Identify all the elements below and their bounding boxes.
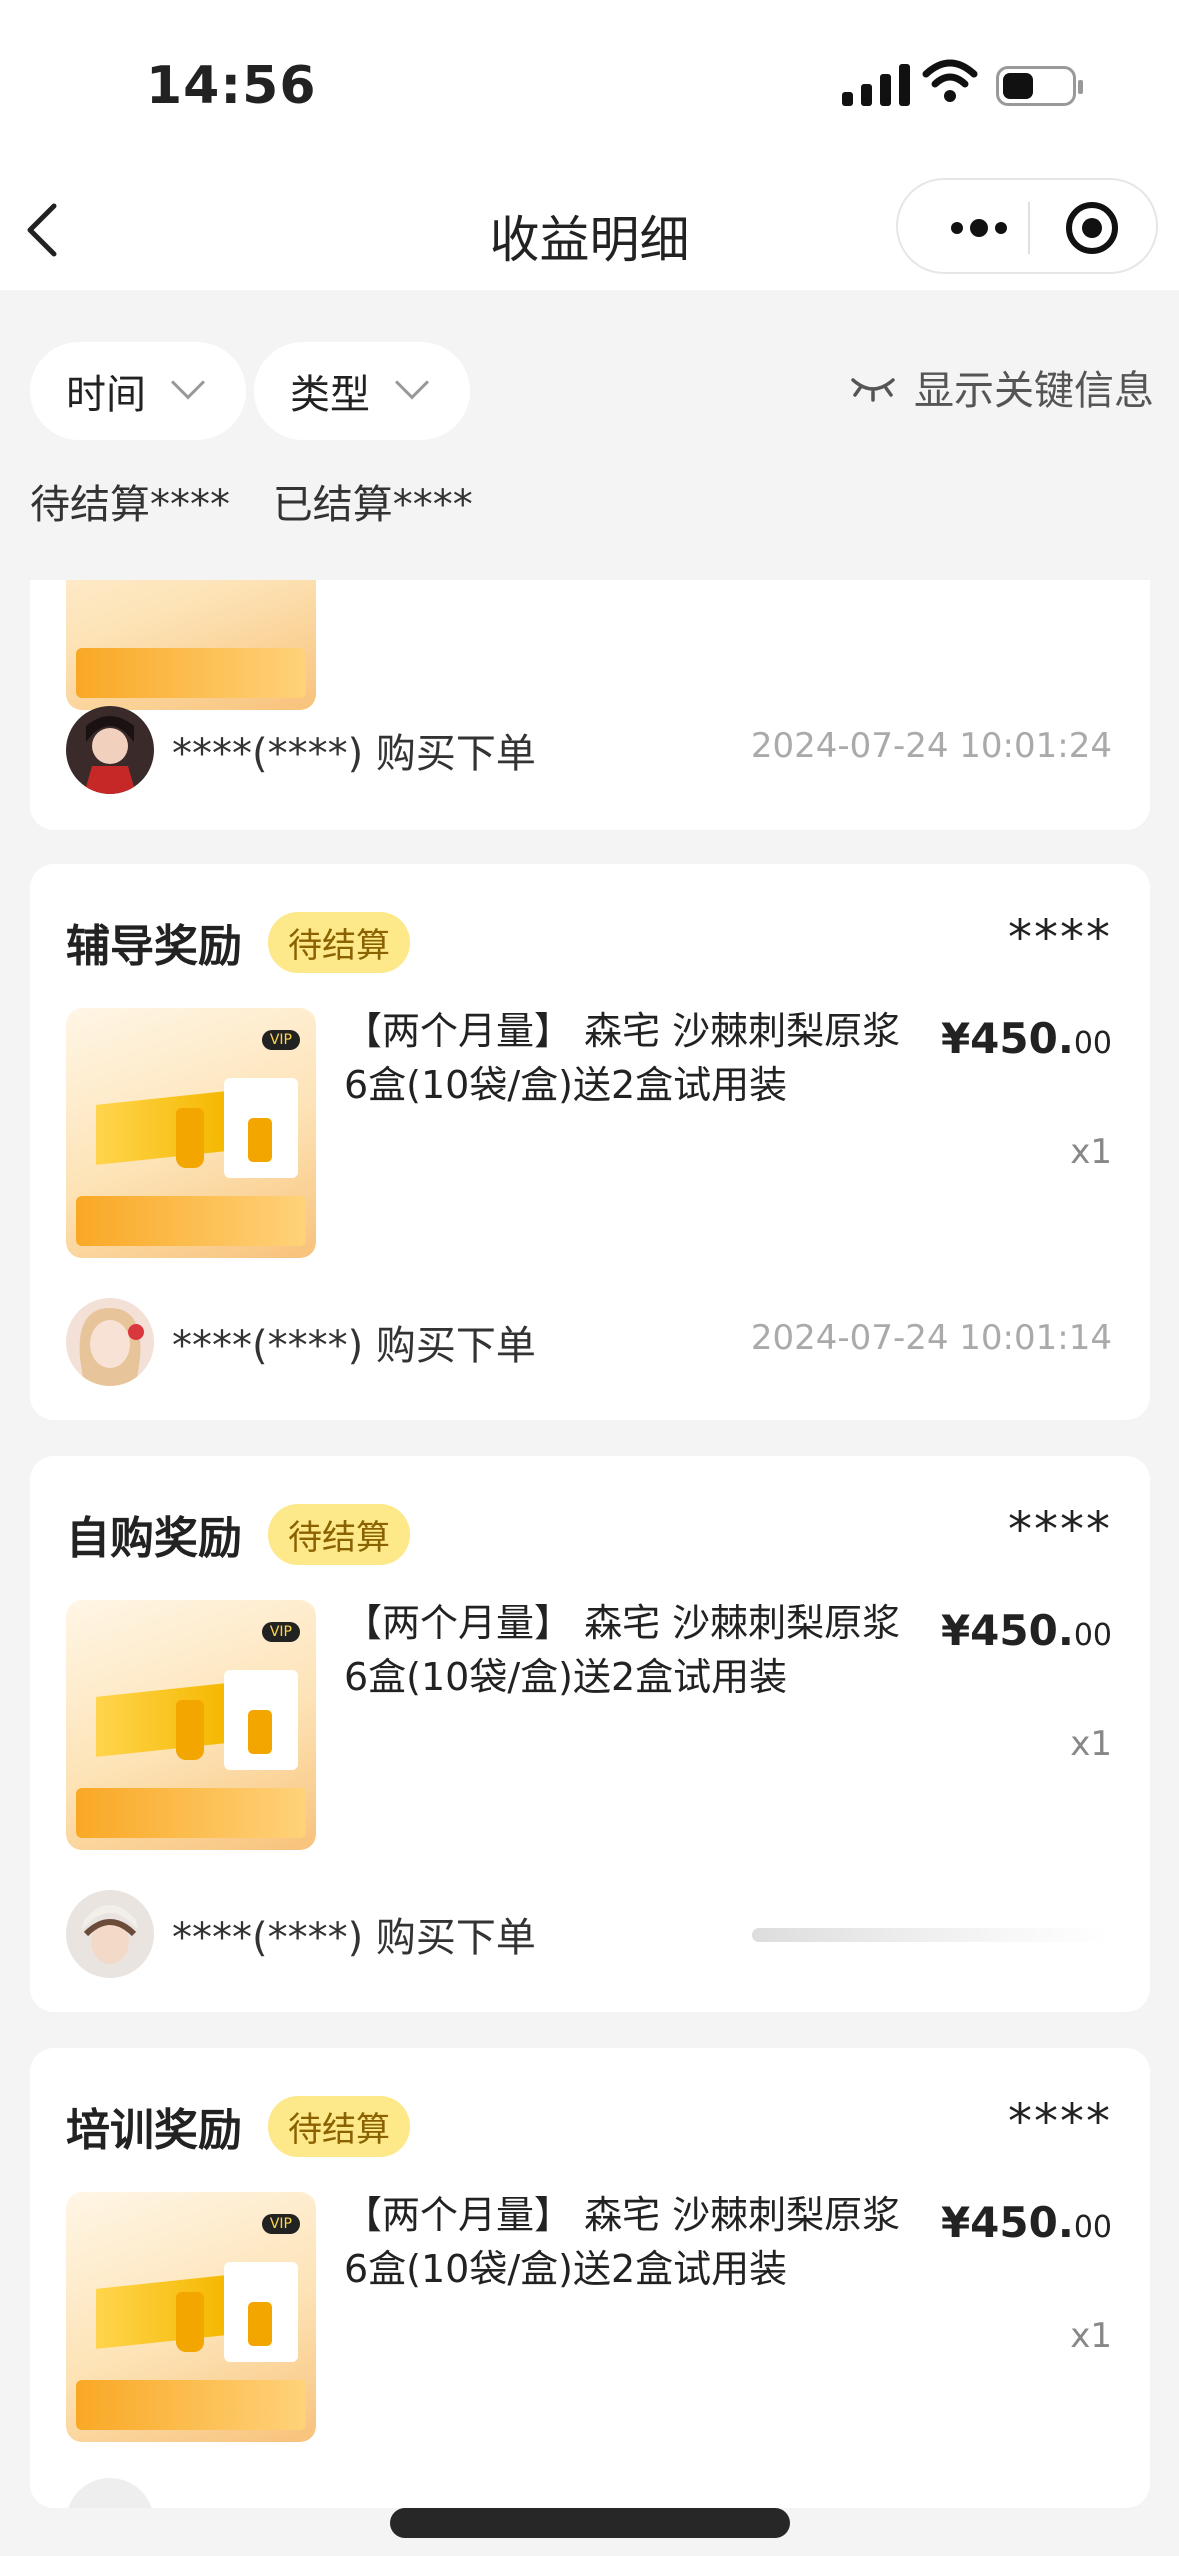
- show-key-info-label: 显示关键信息: [914, 368, 1154, 414]
- buyer-row: ****(****) 购买下单: [66, 706, 536, 794]
- reward-type: 辅导奖励: [66, 921, 242, 972]
- price-cents: 00: [1073, 1618, 1112, 1653]
- vip-tag: VIP: [261, 1622, 300, 1642]
- status-badge: 待结算: [268, 1503, 410, 1565]
- avatar: [66, 1298, 154, 1386]
- status-badge: 待结算: [268, 2095, 410, 2157]
- product-price: ¥450.00: [941, 1606, 1112, 1655]
- battery-icon: [996, 66, 1083, 106]
- reward-amount: ****: [1008, 1502, 1112, 1558]
- avatar: [66, 706, 154, 794]
- vip-tag: VIP: [261, 1030, 300, 1050]
- earning-card[interactable]: 辅导奖励 待结算 **** VIP 【两个月量】 森宅 沙棘刺梨原浆6盒(10袋…: [30, 864, 1150, 1420]
- chevron-down-icon: [171, 365, 205, 400]
- buyer-row: ****(****) 购买下单: [66, 1890, 536, 1978]
- product-price: ¥450.00: [941, 1014, 1112, 1063]
- close-miniprogram-icon[interactable]: [1066, 202, 1118, 254]
- type-filter-label: 类型: [290, 372, 370, 418]
- nav-bar: 收益明细: [0, 170, 1179, 290]
- price-cents: 00: [1073, 2210, 1112, 2245]
- price-main: ¥450.: [940, 2198, 1074, 2247]
- reward-amount: ****: [1008, 2094, 1112, 2150]
- time-filter[interactable]: 时间: [30, 342, 246, 440]
- product-name: 【两个月量】 森宅 沙棘刺梨原浆6盒(10袋/盒)送2盒试用装: [344, 2193, 901, 2291]
- reward-type: 培训奖励: [66, 2105, 242, 2156]
- reward-amount: ****: [1008, 910, 1112, 966]
- more-icon[interactable]: [934, 210, 1024, 246]
- capsule-divider: [1028, 202, 1030, 254]
- buyer-row: ****(****) 购买下单: [66, 1298, 536, 1386]
- time-filter-label: 时间: [66, 372, 146, 418]
- product-image: VIP: [66, 1600, 316, 1850]
- blurred-timestamp: [752, 1928, 1112, 1942]
- buyer-text: ****(****) 购买下单: [172, 731, 536, 777]
- price-main: ¥450.: [940, 1606, 1074, 1655]
- card-header: 自购奖励 待结算: [66, 1502, 410, 1566]
- buyer-text: ****(****) 购买下单: [172, 1323, 536, 1369]
- earning-card[interactable]: 培训奖励 待结算 **** VIP 【两个月量】 森宅 沙棘刺梨原浆6盒(10袋…: [30, 2048, 1150, 2508]
- order-timestamp: 2024-07-24 10:01:14: [750, 1318, 1112, 1358]
- status-badge: 待结算: [268, 911, 410, 973]
- vip-tag: VIP: [261, 2214, 300, 2234]
- buyer-text: ****(****) 购买下单: [172, 1915, 536, 1961]
- avatar: [66, 1890, 154, 1978]
- pending-total: 待结算****: [30, 482, 230, 528]
- price-cents: 00: [1073, 1026, 1112, 1061]
- product-image: VIP: [66, 2192, 316, 2442]
- earning-card[interactable]: 自购奖励 待结算 **** VIP 【两个月量】 森宅 沙棘刺梨原浆6盒(10袋…: [30, 1456, 1150, 2012]
- reward-type: 自购奖励: [66, 1513, 242, 1564]
- quantity: x1: [1070, 2316, 1112, 2356]
- settled-total: 已结算****: [272, 482, 473, 528]
- quantity: x1: [1070, 1724, 1112, 1764]
- show-key-info-toggle[interactable]: 显示关键信息: [850, 358, 1154, 416]
- chevron-down-icon: [395, 365, 429, 400]
- product-name: 【两个月量】 森宅 沙棘刺梨原浆6盒(10袋/盒)送2盒试用装: [344, 1601, 901, 1699]
- wifi-icon: [922, 59, 978, 102]
- price-main: ¥450.: [940, 1014, 1074, 1063]
- status-time: 14:56: [146, 56, 317, 116]
- status-bar: 14:56: [0, 0, 1179, 170]
- earning-card[interactable]: ****(****) 购买下单 2024-07-24 10:01:24: [30, 580, 1150, 830]
- type-filter[interactable]: 类型: [254, 342, 470, 440]
- order-timestamp: 2024-07-24 10:01:24: [750, 726, 1112, 766]
- mini-program-capsule: [896, 178, 1158, 274]
- avatar: [66, 2478, 154, 2508]
- card-header: 培训奖励 待结算: [66, 2094, 410, 2158]
- quantity: x1: [1070, 1132, 1112, 1172]
- signal-icon: [842, 64, 910, 106]
- eye-closed-icon: [851, 378, 895, 402]
- card-header: 辅导奖励 待结算: [66, 910, 410, 974]
- product-image: VIP: [66, 1008, 316, 1258]
- watermark: [390, 2508, 790, 2538]
- product-name: 【两个月量】 森宅 沙棘刺梨原浆6盒(10袋/盒)送2盒试用装: [344, 1009, 901, 1107]
- product-price: ¥450.00: [941, 2198, 1112, 2247]
- settlement-summary: 待结算**** 已结算****: [30, 472, 503, 530]
- product-image: [66, 580, 316, 710]
